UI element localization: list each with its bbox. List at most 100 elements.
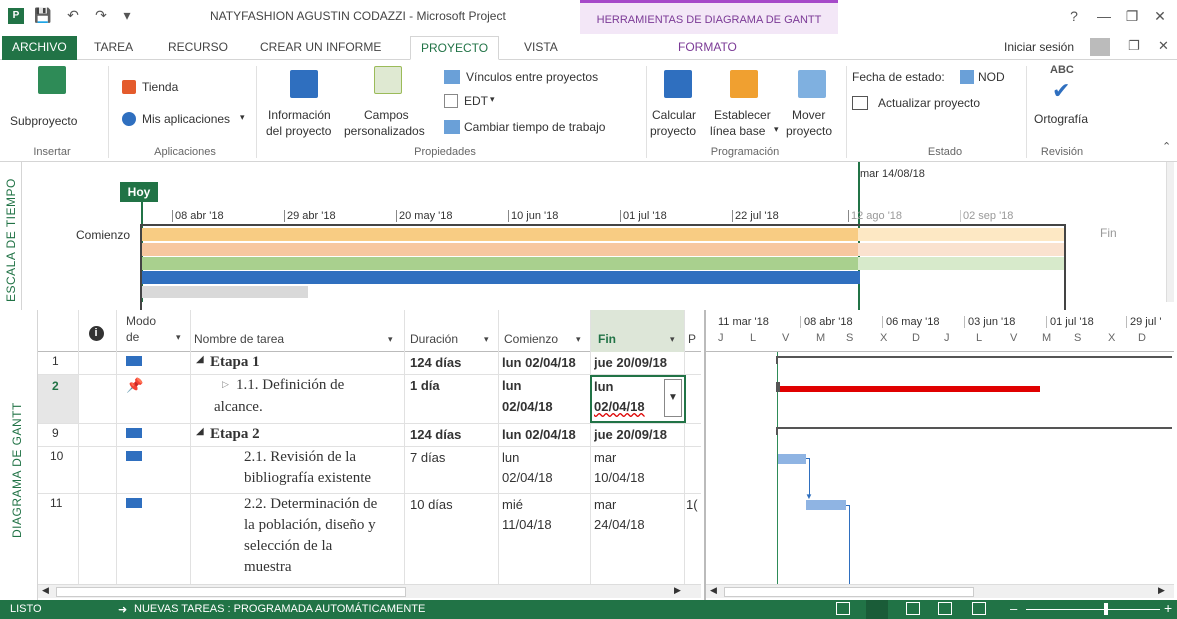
informacion-proyecto-button[interactable]: Información del proyecto [262,66,346,144]
info-column-header[interactable]: i [78,324,114,341]
gantt-side-tab[interactable]: DIAGRAMA DE GANTT [0,310,38,600]
chart-scrollbar-horizontal[interactable]: ◀ ▶ [706,584,1174,598]
ortografia-button[interactable]: ABC ✔ Ortografía [1030,64,1094,142]
task-start-line2[interactable]: 11/04/18 [502,517,552,532]
table-row[interactable]: 9 ◢ Etapa 2 124 días lun 02/04/18 jue 20… [38,424,701,446]
task-duration[interactable]: 10 días [410,497,453,512]
task-duration[interactable]: 124 días [410,427,461,442]
task-start-line2[interactable]: 02/04/18 [502,399,553,414]
undo-icon[interactable]: ↶ [64,6,82,24]
timeline-bar[interactable] [858,243,1064,256]
task-name[interactable]: Etapa 2 [210,426,400,443]
new-tasks-mode[interactable]: NUEVAS TAREAS : PROGRAMADA AUTOMÁTICAMEN… [134,603,425,615]
task-duration[interactable]: 1 día [410,378,440,393]
scroll-thumb[interactable] [56,587,406,597]
task-start-line1[interactable]: mié [502,497,523,512]
task-finish-line2[interactable]: 24/04/18 [594,517,645,532]
sign-in-link[interactable]: Iniciar sesión [1004,40,1074,54]
timeline-side-tab[interactable]: ESCALA DE TIEMPO [0,162,22,310]
minimize-icon[interactable]: — [1092,6,1116,26]
mover-proyecto-button[interactable]: Mover proyecto [786,66,844,144]
view-report-icon[interactable] [972,602,986,615]
task-extra[interactable]: 1( [686,497,700,512]
view-normal-icon[interactable] [836,602,850,615]
task-name-line2[interactable]: la población, diseño y [244,517,410,534]
calcular-proyecto-button[interactable]: Calcular proyecto [650,66,708,144]
timeline-bar[interactable] [142,271,860,284]
task-finish[interactable]: jue 20/09/18 [594,427,694,442]
view-sheet-icon[interactable] [938,602,952,615]
mode-column-header-1[interactable]: Modo [126,314,186,328]
chevron-down-icon[interactable]: ▾ [388,334,393,345]
task-name[interactable]: Etapa 1 [210,354,400,371]
view-usage-icon[interactable] [906,602,920,615]
help-button[interactable]: ? [1062,6,1086,26]
dropdown-button[interactable]: ▼ [664,379,682,417]
gantt-chart[interactable]: 11 mar '18 08 abr '18 06 may '18 03 jun … [704,310,1174,600]
task-finish-line1[interactable]: mar [594,450,616,465]
grid-scrollbar-horizontal[interactable]: ◀ ▶ [38,584,701,598]
duration-column-header[interactable]: Duración [410,332,480,346]
close-doc-icon[interactable]: ✕ [1158,38,1169,54]
task-finish[interactable]: jue 20/09/18 [594,355,694,370]
table-row[interactable]: 2 📌 ▷ 1.1. Definición de alcance. 1 día … [38,375,701,423]
timeline-bar[interactable] [858,228,1064,241]
task-start-line2[interactable]: 02/04/18 [502,470,553,485]
tab-archivo[interactable]: ARCHIVO [2,36,77,60]
scroll-right-icon[interactable]: ▶ [674,585,681,596]
restore-icon[interactable]: ❐ [1120,6,1144,26]
mode-column-header-2[interactable]: de [126,330,156,344]
task-name-line4[interactable]: muestra [244,559,410,576]
task-start-line1[interactable]: lun [502,378,522,393]
chevron-down-icon[interactable]: ▾ [576,334,581,345]
zoom-in-icon[interactable]: + [1164,600,1172,616]
task-finish-line2[interactable]: 10/04/18 [594,470,645,485]
task-name-line3[interactable]: selección de la [244,538,410,555]
timeline[interactable]: Hoy mar 14/08/18 Comienzo Fin 08 abr '18… [22,162,1174,310]
finish-cell-editor[interactable]: lun 02/04/18 ▼ [590,375,686,423]
task-bar[interactable] [778,454,806,464]
task-start[interactable]: lun 02/04/18 [502,427,602,442]
task-finish-line1[interactable]: mar [594,497,616,512]
task-name-line1[interactable]: 2.2. Determinación de [244,496,410,513]
name-column-header[interactable]: Nombre de tarea [194,332,374,346]
start-column-header[interactable]: Comienzo [504,332,574,346]
timeline-bar[interactable] [142,257,858,270]
task-name-line1[interactable]: 2.1. Revisión de la [244,449,404,466]
table-row[interactable]: 10 2.1. Revisión de la bibliografía exis… [38,447,701,493]
scroll-thumb[interactable] [724,587,974,597]
zoom-slider-thumb[interactable] [1104,603,1108,615]
timeline-bar[interactable] [142,228,858,241]
table-row[interactable]: 11 2.2. Determinación de la población, d… [38,494,701,582]
task-duration[interactable]: 124 días [410,355,461,370]
tab-tarea[interactable]: TAREA [84,36,143,60]
chevron-down-icon[interactable]: ▾ [484,334,489,345]
save-icon[interactable]: 💾 [34,6,52,24]
mis-aplicaciones-button[interactable]: Mis aplicaciones ▾ [122,110,252,128]
establecer-linea-base-button[interactable]: Establecer línea base ▾ [708,66,784,144]
timeline-bar[interactable] [858,257,1064,270]
collapse-icon[interactable]: ◢ [196,354,204,365]
task-name-line2[interactable]: alcance. [214,399,384,416]
collapse-ribbon-icon[interactable]: ⌃ [1162,140,1171,153]
table-row[interactable]: 1 ◢ Etapa 1 124 días lun 02/04/18 jue 20… [38,352,701,374]
chevron-down-icon[interactable]: ▾ [176,332,181,343]
scroll-right-icon[interactable]: ▶ [1158,585,1165,596]
task-bar[interactable] [806,500,846,510]
scroll-left-icon[interactable]: ◀ [710,585,717,596]
tab-proyecto[interactable]: PROYECTO [410,36,500,60]
timeline-bar[interactable] [142,243,858,256]
task-start[interactable]: lun 02/04/18 [502,355,602,370]
expand-icon[interactable]: ▷ [222,379,229,390]
finish-column-header[interactable]: Fin ▾ [590,310,684,352]
extra-column-header[interactable]: P [688,332,700,346]
subproyecto-button[interactable]: Subproyecto [8,66,108,130]
customize-qat-icon[interactable]: ▾ [118,6,136,24]
summary-bar[interactable] [776,427,1172,435]
scrollbar-vertical[interactable] [1166,162,1174,302]
tab-recurso[interactable]: RECURSO [158,36,238,60]
campos-personalizados-button[interactable]: Campos personalizados [344,66,436,144]
task-start-line1[interactable]: lun [502,450,519,465]
user-avatar[interactable] [1090,38,1110,56]
tab-vista[interactable]: VISTA [514,36,568,60]
